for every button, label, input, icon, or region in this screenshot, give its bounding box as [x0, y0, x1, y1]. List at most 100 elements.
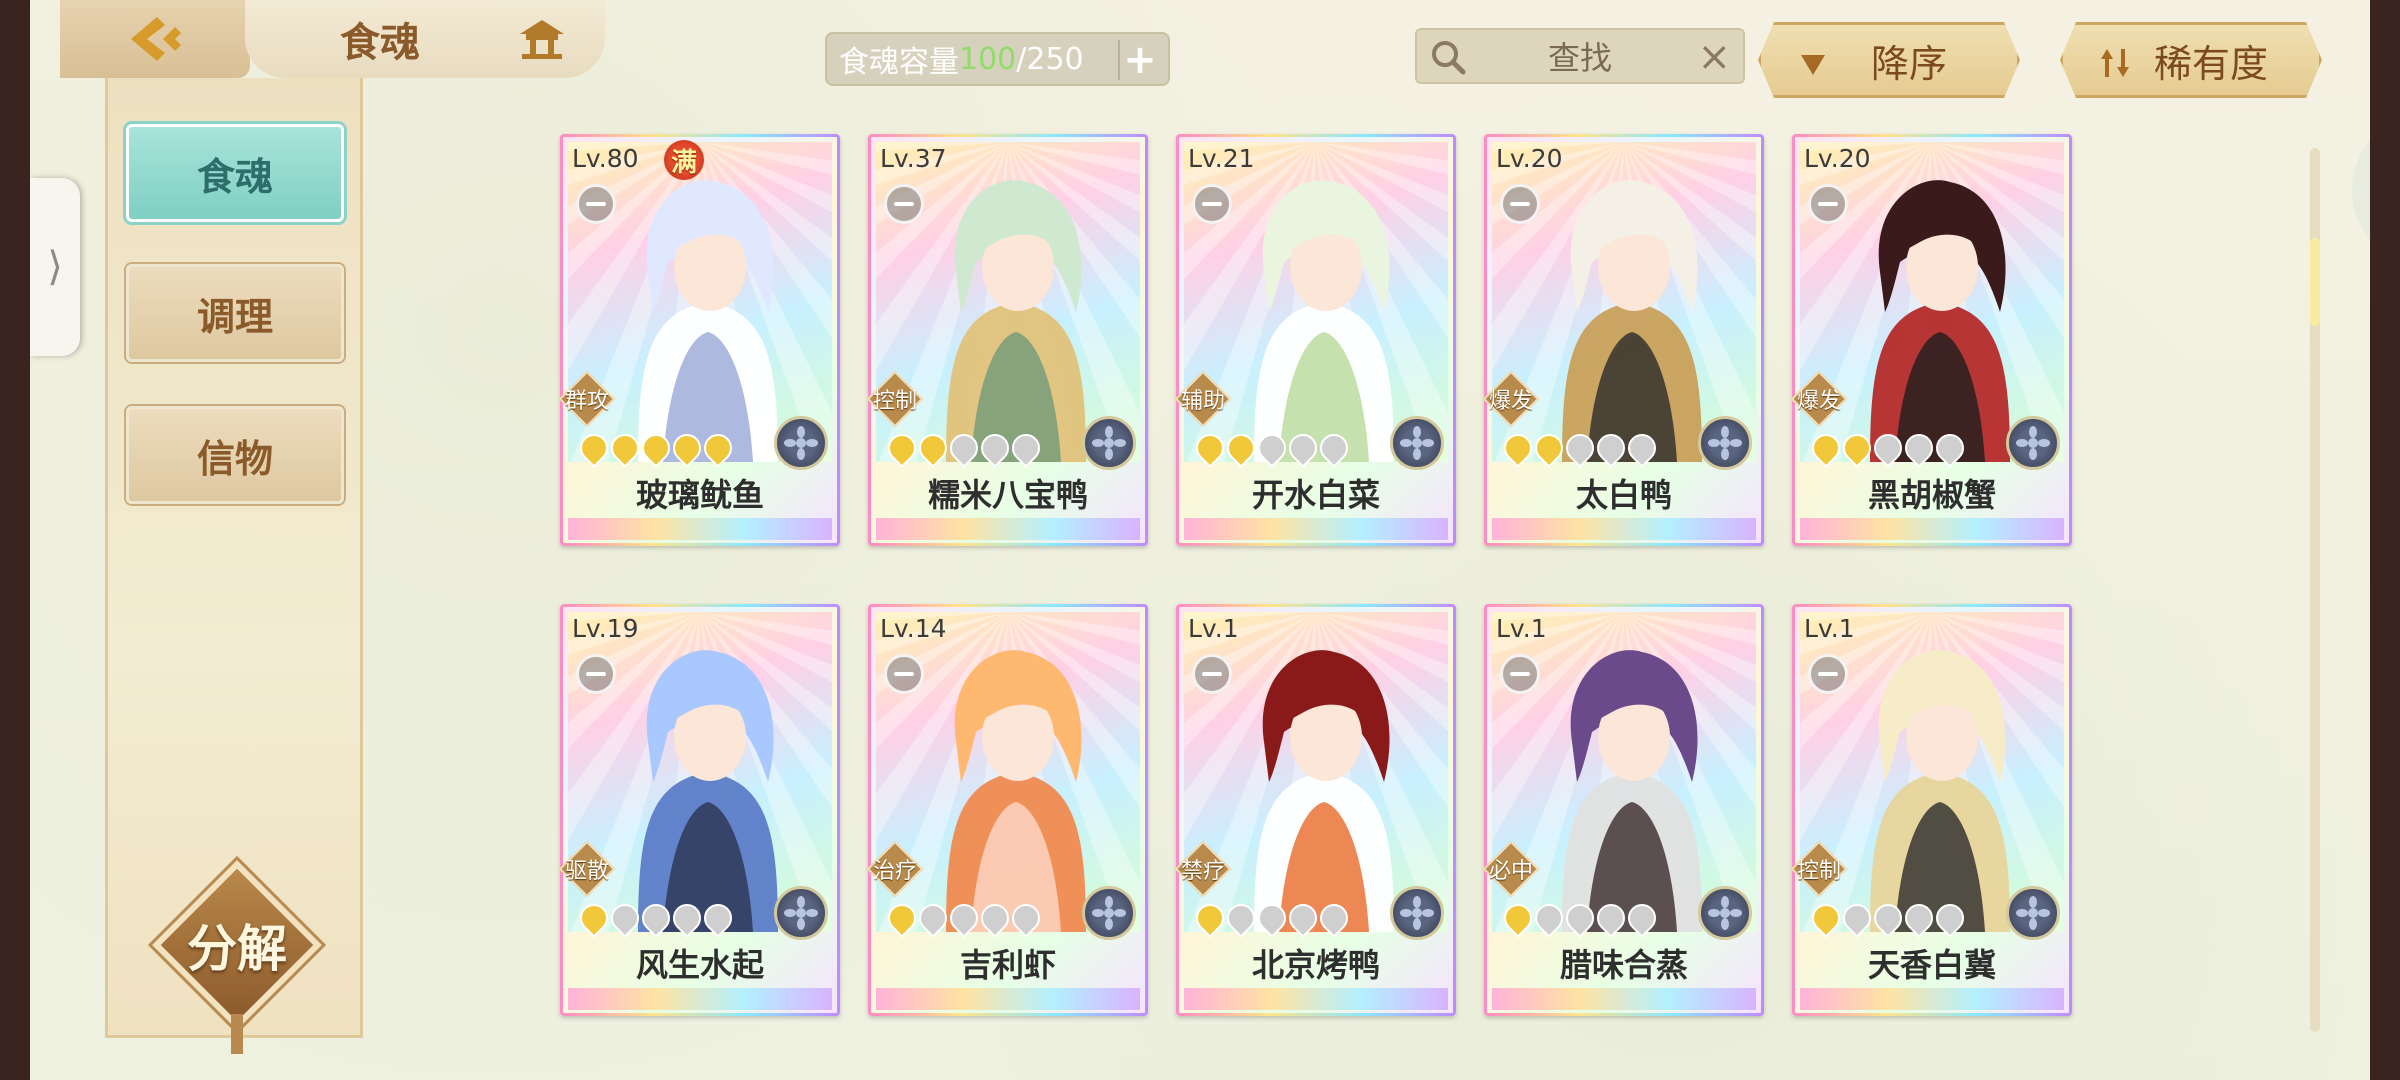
element-emblem-icon	[1390, 416, 1444, 470]
side-orb-button[interactable]	[2352, 112, 2370, 268]
food-soul-card[interactable]: Lv.14 治疗 吉利虾	[866, 604, 1148, 1016]
clear-search-icon[interactable]: ×	[1697, 34, 1731, 80]
star-icon	[1283, 428, 1323, 468]
scrollbar[interactable]	[2310, 148, 2320, 1032]
tab-food-soul[interactable]: 食魂	[126, 124, 344, 222]
star-icon	[913, 428, 953, 468]
game-screen: 食魂 食魂容量 100 /250 + 查找 × 降序 稀有度 食魂 调理 信物 …	[30, 0, 2370, 1080]
character-figure-icon	[638, 180, 778, 462]
role-label: 禁疗	[1180, 859, 1225, 884]
star-icon	[574, 898, 614, 938]
role-label: 控制	[872, 389, 917, 414]
scrollbar-thumb[interactable]	[2310, 238, 2320, 326]
role-label: 必中	[1488, 859, 1533, 884]
food-soul-card[interactable]: Lv.20 爆发太白鸭	[1482, 134, 1764, 546]
character-figure-icon	[1254, 650, 1394, 932]
star-icon	[1930, 898, 1970, 938]
star-icon	[1930, 428, 1970, 468]
search-placeholder: 查找	[1547, 39, 1612, 77]
add-capacity-button[interactable]: +	[1118, 37, 1160, 83]
card-name: 开水白菜	[1251, 476, 1380, 514]
sidebar: 食魂 调理 信物 分解	[105, 78, 363, 1054]
character-figure-icon	[1562, 180, 1702, 462]
card-rarity-strip	[1800, 518, 2064, 540]
bowl-icon	[1192, 654, 1232, 694]
role-badge: 控制	[1790, 840, 1848, 898]
star-icon	[1591, 898, 1631, 938]
character-figure-icon	[1870, 180, 2010, 462]
star-icon	[574, 428, 614, 468]
bowl-icon	[576, 184, 616, 224]
bowl-icon	[1500, 184, 1540, 224]
star-icon	[975, 428, 1015, 468]
level-label: Lv.1	[1804, 614, 1855, 643]
food-soul-card[interactable]: Lv.1 控制天香白冀	[1790, 604, 2072, 1016]
capacity-display: 食魂容量 100 /250 +	[825, 32, 1170, 86]
card-rarity-strip	[568, 518, 832, 540]
food-soul-card[interactable]: Lv.1 必中 腊味合蒸	[1482, 604, 1764, 1016]
star-icon	[636, 428, 676, 468]
star-rating	[1806, 898, 1970, 938]
star-rating	[1498, 428, 1662, 468]
food-soul-card[interactable]: Lv.20 爆发 黑胡椒蟹	[1790, 134, 2072, 546]
side-drawer-handle[interactable]: ⟩	[30, 178, 80, 356]
star-icon	[1529, 898, 1569, 938]
star-icon	[605, 898, 645, 938]
bowl-icon	[1500, 654, 1540, 694]
card-name: 腊味合蒸	[1559, 946, 1688, 984]
star-icon	[1622, 898, 1662, 938]
star-icon	[1837, 428, 1877, 468]
level-label: Lv.1	[1188, 614, 1239, 643]
role-label: 辅助	[1180, 389, 1225, 414]
card-name: 太白鸭	[1575, 476, 1672, 514]
capacity-label: 食魂容量	[839, 45, 959, 80]
star-icon	[1221, 428, 1261, 468]
tab-keepsake[interactable]: 信物	[126, 406, 344, 504]
level-label: Lv.20	[1804, 144, 1871, 173]
card-name: 天香白冀	[1867, 946, 1996, 984]
star-icon	[667, 428, 707, 468]
star-icon	[1252, 428, 1292, 468]
star-icon	[1806, 898, 1846, 938]
star-icon	[944, 428, 984, 468]
character-figure-icon	[946, 180, 1086, 462]
bowl-icon	[576, 654, 616, 694]
decompose-button[interactable]: 分解	[148, 856, 326, 1054]
star-icon	[1190, 428, 1230, 468]
level-label: Lv.37	[880, 144, 947, 173]
food-soul-card[interactable]: Lv.21 辅助 开水白菜	[1174, 134, 1456, 546]
star-rating	[1806, 428, 1970, 468]
element-emblem-icon	[1082, 416, 1136, 470]
card-name: 糯米八宝鸭	[927, 476, 1088, 514]
back-arrow-icon	[131, 17, 181, 61]
food-soul-card[interactable]: Lv.19 驱散 风生水起	[558, 604, 840, 1016]
bowl-icon	[884, 654, 924, 694]
element-emblem-icon	[1698, 886, 1752, 940]
card-rarity-strip	[876, 988, 1140, 1010]
star-rating	[1190, 898, 1354, 938]
sort-rarity-button[interactable]: 稀有度	[2060, 22, 2322, 98]
back-button[interactable]	[60, 0, 250, 78]
star-icon	[1529, 428, 1569, 468]
food-soul-card[interactable]: Lv.37 控制糯米八宝鸭	[866, 134, 1148, 546]
element-emblem-icon	[2006, 886, 2060, 940]
sort-rarity-label: 稀有度	[2153, 41, 2268, 86]
star-icon	[667, 898, 707, 938]
star-icon	[944, 898, 984, 938]
sort-toggle-icon	[2099, 47, 2131, 79]
level-label: Lv.20	[1496, 144, 1563, 173]
food-soul-card[interactable]: Lv.80 满群攻 玻璃鱿鱼	[558, 134, 840, 546]
level-label: Lv.19	[572, 614, 639, 643]
star-icon	[1252, 898, 1292, 938]
home-pavilion-icon[interactable]	[517, 16, 567, 62]
role-badge: 爆发	[1482, 370, 1540, 428]
star-icon	[1899, 898, 1939, 938]
star-icon	[1899, 428, 1939, 468]
card-name: 玻璃鱿鱼	[635, 476, 764, 514]
food-soul-card[interactable]: Lv.1 禁疗 北京烤鸭	[1174, 604, 1456, 1016]
search-input[interactable]: 查找 ×	[1415, 28, 1745, 84]
tab-conditioning[interactable]: 调理	[126, 264, 344, 362]
sort-order-button[interactable]: 降序	[1758, 22, 2020, 98]
max-level-badge: 满	[664, 140, 704, 180]
star-icon	[1221, 898, 1261, 938]
